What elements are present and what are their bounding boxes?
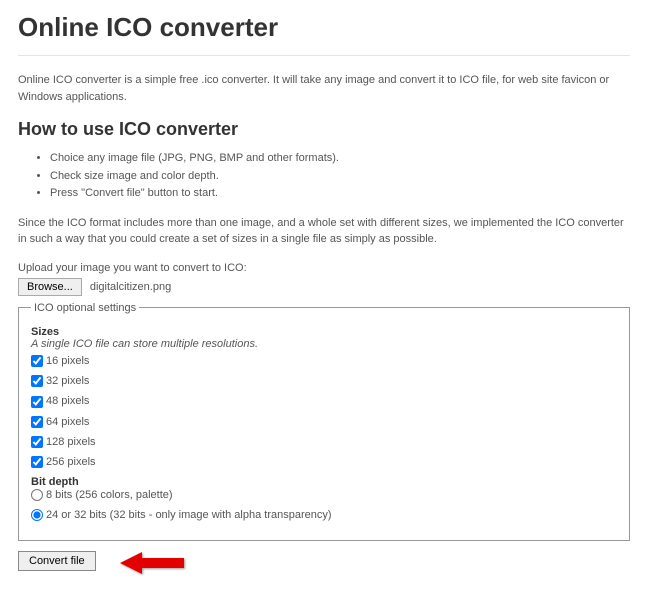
intro-text: Online ICO converter is a simple free .i… — [18, 72, 630, 105]
browse-button[interactable]: Browse... — [18, 278, 82, 296]
bitdepth-radio-24-32[interactable] — [31, 509, 43, 521]
ico-settings-fieldset: ICO optional settings Sizes A single ICO… — [18, 302, 630, 541]
howto-heading: How to use ICO converter — [18, 119, 630, 140]
size-checkbox-64[interactable] — [31, 416, 43, 428]
howto-item: Choice any image file (JPG, PNG, BMP and… — [50, 150, 630, 168]
howto-list: Choice any image file (JPG, PNG, BMP and… — [50, 150, 630, 203]
size-checkbox-label: 128 pixels — [46, 435, 96, 449]
bitdepth-radio-8[interactable] — [31, 489, 43, 501]
bitdepth-option[interactable]: 8 bits (256 colors, palette) — [31, 488, 617, 502]
upload-label: Upload your image you want to convert to… — [18, 262, 630, 274]
sizes-hint: A single ICO file can store multiple res… — [31, 338, 617, 350]
bitdepth-radio-label: 24 or 32 bits (32 bits - only image with… — [46, 508, 332, 522]
size-checkbox-label: 32 pixels — [46, 374, 89, 388]
convert-file-button[interactable]: Convert file — [18, 551, 96, 571]
size-option[interactable]: 32 pixels — [31, 374, 617, 388]
page-title: Online ICO converter — [18, 12, 630, 43]
size-option[interactable]: 48 pixels — [31, 394, 617, 408]
size-checkbox-128[interactable] — [31, 436, 43, 448]
bitdepth-option[interactable]: 24 or 32 bits (32 bits - only image with… — [31, 508, 617, 522]
bitdepth-radio-label: 8 bits (256 colors, palette) — [46, 488, 173, 502]
size-option[interactable]: 128 pixels — [31, 435, 617, 449]
size-option[interactable]: 64 pixels — [31, 415, 617, 429]
size-checkbox-16[interactable] — [31, 355, 43, 367]
sizes-label: Sizes — [31, 326, 617, 338]
size-checkbox-label: 16 pixels — [46, 354, 89, 368]
divider — [18, 55, 630, 56]
size-checkbox-label: 48 pixels — [46, 394, 89, 408]
fieldset-legend: ICO optional settings — [31, 302, 139, 314]
file-picker-row: Browse... digitalcitizen.png — [18, 278, 630, 296]
size-checkbox-label: 256 pixels — [46, 455, 96, 469]
selected-file-name: digitalcitizen.png — [90, 281, 171, 293]
size-option[interactable]: 16 pixels — [31, 354, 617, 368]
size-checkbox-32[interactable] — [31, 375, 43, 387]
bitdepth-label: Bit depth — [31, 476, 617, 488]
howto-item: Check size image and color depth. — [50, 168, 630, 186]
howto-item: Press "Convert file" button to start. — [50, 185, 630, 203]
size-checkbox-48[interactable] — [31, 396, 43, 408]
format-note: Since the ICO format includes more than … — [18, 215, 630, 248]
size-option[interactable]: 256 pixels — [31, 455, 617, 469]
size-checkbox-256[interactable] — [31, 456, 43, 468]
arrow-annotation-icon — [118, 549, 188, 577]
size-checkbox-label: 64 pixels — [46, 415, 89, 429]
